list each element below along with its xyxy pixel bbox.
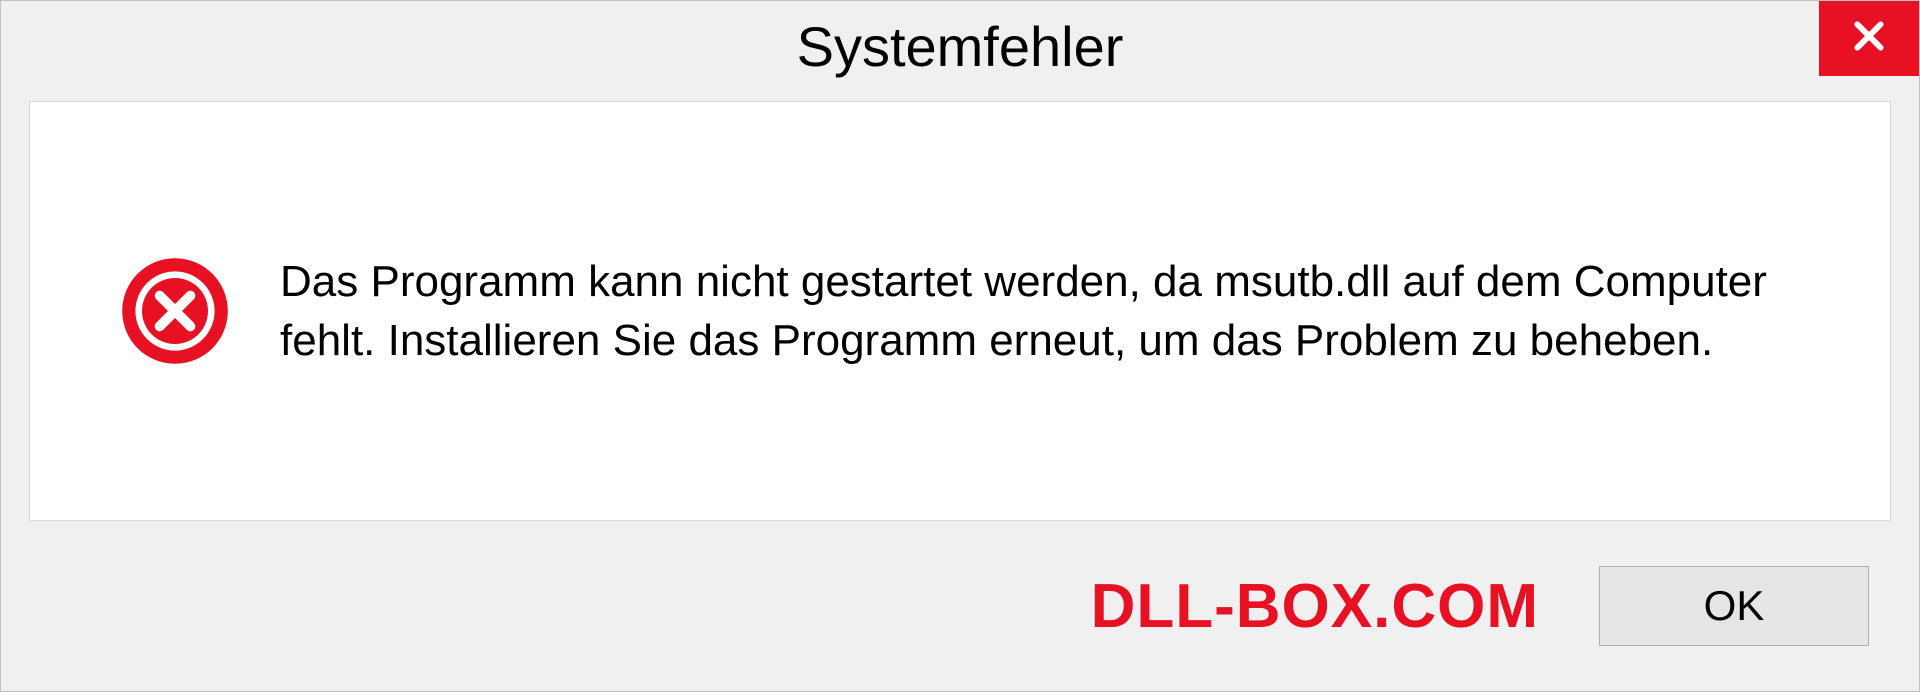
ok-button[interactable]: OK <box>1599 566 1869 646</box>
dialog-footer: DLL-BOX.COM OK <box>1 521 1919 691</box>
error-icon <box>120 256 230 366</box>
close-button[interactable] <box>1819 1 1919 76</box>
dialog-title: Systemfehler <box>797 14 1124 79</box>
watermark-text: DLL-BOX.COM <box>1091 571 1539 642</box>
error-dialog: Systemfehler Das Programm kann nicht ges… <box>0 0 1920 692</box>
close-icon <box>1849 16 1889 61</box>
content-panel: Das Programm kann nicht gestartet werden… <box>29 101 1891 521</box>
ok-button-label: OK <box>1704 582 1765 630</box>
titlebar: Systemfehler <box>1 1 1919 91</box>
error-message: Das Programm kann nicht gestartet werden… <box>280 252 1830 371</box>
